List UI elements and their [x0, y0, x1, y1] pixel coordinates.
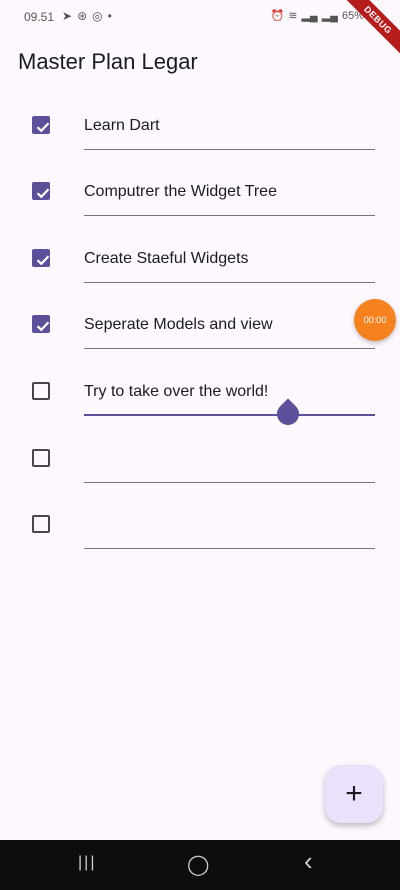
screen-recorder-bubble[interactable]: 00:00 — [354, 299, 396, 341]
back-icon[interactable]: ‹ — [304, 846, 313, 877]
text-cursor-handle[interactable] — [272, 398, 304, 430]
task-text-field[interactable]: Computrer the Widget Tree — [84, 183, 277, 201]
list-item — [0, 449, 400, 515]
field-underline — [84, 482, 375, 483]
app-title: Master Plan Legar — [18, 49, 198, 74]
task-checkbox[interactable] — [32, 116, 50, 134]
telegram-icon: ➤ — [62, 9, 73, 23]
status-bar: 09.51 ➤ ⊛ ◎ • ⏰ ≋ ▂▄ ▂▄ 65% DEBUG — [0, 0, 400, 62]
task-checkbox[interactable] — [32, 182, 50, 200]
sync-icon: ⊛ — [77, 9, 88, 23]
field-underline — [84, 215, 375, 216]
list-item: Learn Dart — [0, 116, 400, 182]
field-underline — [84, 348, 375, 349]
check-icon — [36, 188, 50, 199]
task-checkbox[interactable] — [32, 315, 50, 333]
status-system-icons: ⏰ ≋ ▂▄ ▂▄ 65% — [270, 9, 364, 23]
field-underline-active — [84, 414, 375, 416]
status-notification-icons: ➤ ⊛ ◎ • — [62, 9, 112, 23]
task-checkbox[interactable] — [32, 249, 50, 267]
list-item: Create Staeful Widgets — [0, 249, 400, 315]
wifi-icon: ≋ — [288, 10, 298, 22]
check-icon — [36, 321, 50, 332]
recents-icon[interactable]: ||| — [78, 854, 96, 872]
task-text-field[interactable]: Learn Dart — [84, 117, 160, 135]
task-text-field[interactable]: Try to take over the world! — [84, 383, 268, 401]
task-text-field[interactable]: Create Staeful Widgets — [84, 250, 249, 268]
list-item-focused: Try to take over the world! — [0, 382, 400, 448]
task-checkbox[interactable] — [32, 382, 50, 400]
signal-icon-2: ▂▄ — [321, 10, 338, 22]
list-item — [0, 515, 400, 581]
add-task-button[interactable]: + — [325, 765, 383, 823]
dot-icon: • — [107, 9, 112, 23]
field-underline — [84, 149, 375, 150]
field-underline — [84, 282, 375, 283]
system-nav-bar: ||| ◯ ‹ — [0, 840, 400, 890]
task-text-field[interactable]: Seperate Models and view — [84, 316, 273, 334]
check-icon — [36, 255, 50, 266]
alarm-icon: ⏰ — [270, 10, 285, 22]
list-item: Seperate Models and view — [0, 315, 400, 381]
instagram-icon: ◎ — [92, 9, 103, 23]
check-icon — [36, 122, 50, 133]
list-item: Computrer the Widget Tree — [0, 182, 400, 248]
task-checkbox[interactable] — [32, 515, 50, 533]
field-underline — [84, 548, 375, 549]
signal-icon: ▂▄ — [301, 10, 318, 22]
add-icon: + — [345, 777, 363, 810]
status-time: 09.51 — [24, 10, 55, 24]
home-icon[interactable]: ◯ — [187, 852, 209, 877]
task-checkbox[interactable] — [32, 449, 50, 467]
